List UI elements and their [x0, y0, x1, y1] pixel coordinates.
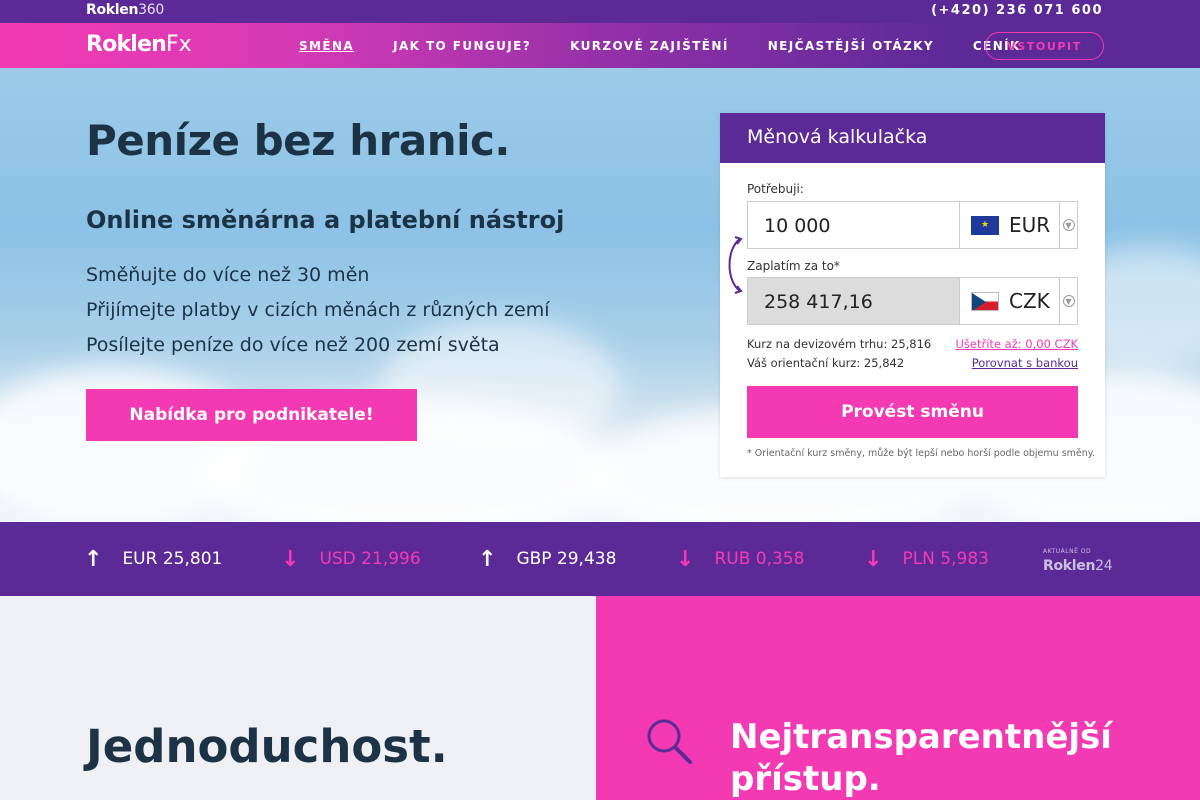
ticker-item-pln: ↓ PLN 5,983: [864, 522, 989, 596]
logo-bold: Roklen: [86, 32, 167, 57]
roklen360-brand-bold: Roklen: [86, 2, 139, 18]
your-rate-row: Váš orientační kurz: 25,842 Porovnat s b…: [747, 356, 1078, 370]
arrow-down-icon: ↓: [281, 546, 300, 572]
hero-section: Peníze bez hranic. Online směnárna a pla…: [0, 68, 1200, 522]
rokenfx-logo[interactable]: RoklenFx: [86, 32, 192, 57]
ticker-value: GBP 29,438: [516, 549, 617, 569]
arrow-up-icon: ↑: [478, 546, 497, 572]
transparency-section: Nejtransparentnější přístup.: [596, 596, 1200, 800]
market-rate-label: Kurz na devizovém trhu:: [747, 337, 888, 351]
need-currency-code: EUR: [1009, 213, 1051, 237]
nav-item-smena[interactable]: SMĚNA: [299, 39, 354, 53]
need-label: Potřebuji:: [747, 182, 804, 196]
ticker-value: EUR 25,801: [122, 549, 223, 569]
your-rate-value: 25,842: [863, 356, 905, 370]
business-offer-button[interactable]: Nabídka pro podnikatele!: [86, 389, 417, 441]
ticker-value: USD 21,996: [319, 549, 421, 569]
ticker-source-light: 24: [1095, 558, 1113, 574]
eu-flag-icon: ★: [971, 215, 999, 235]
your-rate-label: Váš orientační kurz:: [747, 356, 861, 370]
ticker-item-eur: ↑ EUR 25,801: [84, 522, 222, 596]
roklen360-brand-light: 360: [138, 2, 164, 18]
ticker-source-caption: AKTUÁLNĚ OD: [1043, 548, 1092, 555]
transparency-title: Nejtransparentnější přístup.: [730, 716, 1112, 800]
nav-item-jak-to-funguje[interactable]: JAK TO FUNGUJE?: [393, 39, 531, 53]
ticker-item-usd: ↓ USD 21,996: [281, 522, 421, 596]
market-rate-row: Kurz na devizovém trhu: 25,816 Ušetříte …: [747, 337, 1078, 351]
market-rate: Kurz na devizovém trhu: 25,816: [747, 337, 931, 351]
top-bar: Roklen360 (+420) 236 071 600: [0, 0, 1200, 23]
pay-currency-code: CZK: [1009, 289, 1050, 313]
benefit-line: Přijímejte platby v cizích měnách z různ…: [86, 299, 550, 321]
pay-amount-output: 258 417,16: [748, 278, 960, 324]
transparency-title-line2: přístup.: [730, 759, 881, 799]
roklen360-link[interactable]: Roklen360: [86, 2, 164, 18]
nav-menu: SMĚNA JAK TO FUNGUJE? KURZOVÉ ZAJIŠTĚNÍ …: [299, 23, 1060, 68]
nav-item-kurzove-zajisteni[interactable]: KURZOVÉ ZAJIŠTĚNÍ: [570, 39, 729, 53]
calculator-title: Měnová kalkulačka: [720, 113, 1105, 163]
chevron-down-icon: ▼: [1062, 219, 1075, 231]
need-row: 10 000 ★ EUR ▼: [747, 201, 1078, 249]
benefit-line: Posílejte peníze do více než 200 zemí sv…: [86, 334, 500, 356]
currency-calculator: Měnová kalkulačka Potřebuji: 10 000 ★ EU…: [720, 113, 1105, 477]
chevron-down-icon: ▼: [1062, 295, 1075, 307]
cz-flag-icon: [971, 291, 999, 311]
ticker-item-rub: ↓ RUB 0,358: [676, 522, 804, 596]
market-rate-value: 25,816: [891, 337, 932, 351]
ticker-item-gbp: ↑ GBP 29,438: [478, 522, 616, 596]
simplicity-section: Jednoduchost.: [0, 596, 596, 800]
exchange-submit-button[interactable]: Provést směnu: [747, 386, 1078, 438]
rate-ticker: ↑ EUR 25,801 ↓ USD 21,996 ↑ GBP 29,438 ↓…: [0, 522, 1200, 596]
pay-row: 258 417,16 CZK ▼: [747, 277, 1078, 325]
savings-link[interactable]: Ušetříte až: 0,00 CZK: [956, 337, 1078, 351]
ticker-value: RUB 0,358: [714, 549, 805, 569]
hero-title: Peníze bez hranic.: [86, 116, 510, 165]
transparency-title-line1: Nejtransparentnější: [730, 717, 1112, 757]
need-currency-select[interactable]: ★ EUR ▼: [960, 202, 1077, 248]
login-button[interactable]: VSTOUPIT: [985, 32, 1104, 60]
need-amount-input[interactable]: 10 000: [748, 202, 960, 248]
logo-light: Fx: [166, 32, 192, 57]
magnifier-icon: [647, 719, 692, 764]
benefit-line: Směňujte do více než 30 měn: [86, 264, 370, 286]
arrow-down-icon: ↓: [864, 546, 883, 572]
dropdown-toggle[interactable]: ▼: [1059, 278, 1077, 324]
hero-subtitle: Online směnárna a platební nástroj: [86, 206, 565, 234]
nav-item-faq[interactable]: NEJČASTĚJŠÍ OTÁZKY: [768, 39, 934, 53]
dropdown-toggle[interactable]: ▼: [1059, 202, 1077, 248]
ticker-source-bold: Roklen: [1043, 558, 1096, 574]
compare-bank-link[interactable]: Porovnat s bankou: [972, 356, 1078, 370]
roklen24-brand[interactable]: AKTUÁLNĚ OD Roklen24: [1043, 548, 1113, 574]
ticker-value: PLN 5,983: [902, 549, 989, 569]
hero-benefits: Směňujte do více než 30 měn Přijímejte p…: [86, 258, 550, 363]
rate-footnote: * Orientační kurz směny, může být lepší …: [747, 448, 1096, 459]
pay-label: Zaplatím za to*: [747, 259, 840, 273]
simplicity-title: Jednoduchost.: [86, 720, 448, 773]
arrow-up-icon: ↑: [84, 546, 103, 572]
phone-number[interactable]: (+420) 236 071 600: [931, 3, 1103, 18]
main-navigation: RoklenFx SMĚNA JAK TO FUNGUJE? KURZOVÉ Z…: [0, 23, 1200, 68]
pay-currency-select[interactable]: CZK ▼: [960, 278, 1077, 324]
swap-arrows-icon[interactable]: [724, 235, 744, 295]
arrow-down-icon: ↓: [676, 546, 695, 572]
your-rate: Váš orientační kurz: 25,842: [747, 356, 904, 370]
ticker-source-name: Roklen24: [1043, 558, 1113, 574]
